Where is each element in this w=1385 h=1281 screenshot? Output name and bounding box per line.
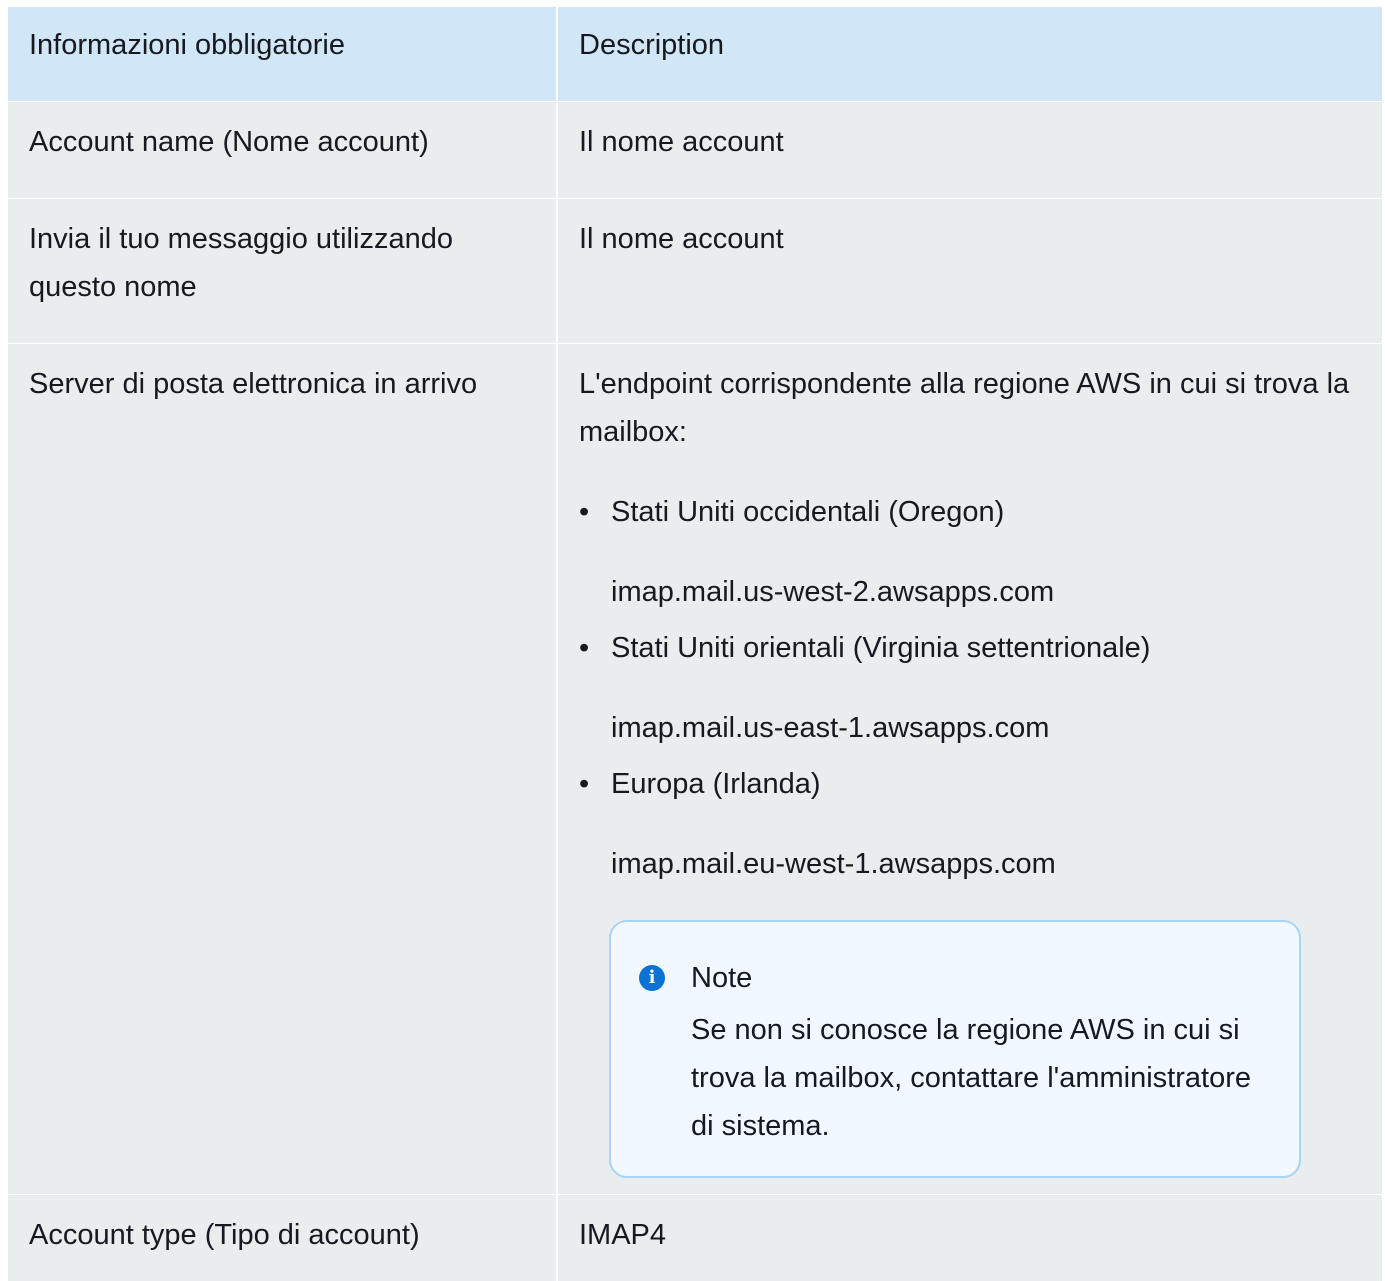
region-name: Stati Uniti occidentali (Oregon) — [611, 496, 1005, 528]
field-label: Server di posta elettronica in arrivo — [29, 368, 478, 400]
endpoint-host: imap.mail.us-east-1.awsapps.com — [611, 712, 1050, 744]
endpoint-host: imap.mail.eu-west-1.awsapps.com — [611, 848, 1056, 880]
region-name: Europa (Irlanda) — [611, 768, 821, 800]
table-row: Account type (Tipo di account) IMAP4 — [8, 1194, 1382, 1281]
header-description: Description — [558, 7, 1382, 101]
table-header-row: Informazioni obbligatorie Description — [8, 7, 1382, 101]
description-text: IMAP4 — [579, 1219, 667, 1251]
settings-table: Informazioni obbligatorie Description Ac… — [8, 7, 1382, 1281]
note-header: i Note — [639, 954, 1269, 1002]
description-text: L'endpoint corrispondente alla regione A… — [579, 368, 1350, 448]
description-cell: Il nome account — [558, 101, 1382, 198]
field-label: Account name (Nome account) — [29, 126, 429, 158]
field-label: Account type (Tipo di account) — [29, 1219, 420, 1251]
table-row: Invia il tuo messaggio utilizzando quest… — [8, 198, 1382, 343]
bullet-icon: • — [579, 768, 590, 800]
info-icon: i — [639, 965, 665, 991]
table-row: Server di posta elettronica in arrivo L'… — [8, 343, 1382, 1194]
list-item: • Europa (Irlanda) imap.mail.eu-west-1.a… — [579, 760, 1361, 888]
region-name: Stati Uniti orientali (Virginia settentr… — [611, 632, 1151, 664]
description-cell: IMAP4 — [558, 1194, 1382, 1281]
endpoint-list: • Stati Uniti occidentali (Oregon) imap.… — [579, 488, 1361, 888]
description-text: Il nome account — [579, 126, 784, 158]
field-label: Invia il tuo messaggio utilizzando quest… — [29, 223, 453, 303]
list-item: • Stati Uniti orientali (Virginia setten… — [579, 624, 1361, 752]
header-required-info: Informazioni obbligatorie — [8, 7, 558, 101]
description-cell: L'endpoint corrispondente alla regione A… — [558, 343, 1382, 1194]
field-cell: Invia il tuo messaggio utilizzando quest… — [8, 198, 558, 343]
field-cell: Account name (Nome account) — [8, 101, 558, 198]
note-body: Se non si conosce la regione AWS in cui … — [691, 1014, 1251, 1142]
field-cell: Account type (Tipo di account) — [8, 1194, 558, 1281]
description-cell: Il nome account — [558, 198, 1382, 343]
bullet-icon: • — [579, 632, 590, 664]
bullet-icon: • — [579, 496, 590, 528]
note-title: Note — [691, 962, 753, 994]
list-item: • Stati Uniti occidentali (Oregon) imap.… — [579, 488, 1361, 616]
note-callout: i Note Se non si conosce la regione AWS … — [609, 920, 1301, 1178]
field-cell: Server di posta elettronica in arrivo — [8, 343, 558, 1194]
description-text: Il nome account — [579, 223, 784, 255]
table-row: Account name (Nome account) Il nome acco… — [8, 101, 1382, 198]
endpoint-host: imap.mail.us-west-2.awsapps.com — [611, 576, 1055, 608]
